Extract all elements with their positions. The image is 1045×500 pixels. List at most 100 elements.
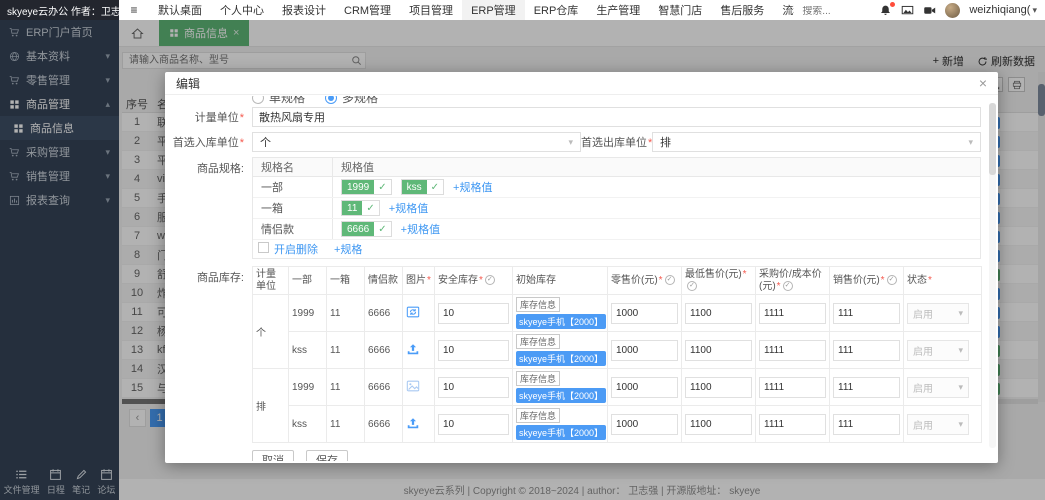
spec-value-chip[interactable]: 11✓ xyxy=(341,200,380,216)
warehouse-units-row: 首选入库单位* 个▾ 首选出库单位* 排▾ xyxy=(165,132,981,152)
spec-value-chip[interactable]: 6666✓ xyxy=(341,221,392,237)
add-spec-value-link[interactable]: +规格值 xyxy=(453,179,492,195)
status-select[interactable]: 启用▾ xyxy=(907,340,969,361)
edit-dialog: 编辑 × 单规格 多规格 计量单位* 首选入库单位* 个▾ 首选出库单位* 排▾… xyxy=(165,72,998,463)
warehouse-tag[interactable]: skyeye手机【2000】 xyxy=(516,388,606,403)
check-icon: ✓ xyxy=(374,222,390,236)
checkbox-icon[interactable] xyxy=(258,242,269,253)
warehouse-tag[interactable]: skyeye手机【2000】 xyxy=(516,425,606,440)
radio-single-spec[interactable]: 单规格 xyxy=(252,96,305,104)
upload-image-icon[interactable] xyxy=(406,342,420,356)
nav-workflow[interactable]: 流程管理 xyxy=(773,0,794,20)
chevron-down-icon: ▾ xyxy=(958,419,963,430)
cost-price-input[interactable] xyxy=(759,303,826,324)
min-price-input[interactable] xyxy=(685,377,752,398)
apply-all-icon[interactable]: ✓ xyxy=(485,275,495,285)
nav-production[interactable]: 生产管理 xyxy=(587,0,649,20)
stock-info-button[interactable]: 库存信息 xyxy=(516,297,560,312)
safe-stock-input[interactable] xyxy=(438,414,509,435)
status-select[interactable]: 启用▾ xyxy=(907,377,969,398)
radio-icon-selected[interactable] xyxy=(325,96,337,104)
safe-stock-input[interactable] xyxy=(438,340,509,361)
dialog-body: 单规格 多规格 计量单位* 首选入库单位* 个▾ 首选出库单位* 排▾ 商品规格… xyxy=(165,95,998,461)
apply-all-icon[interactable]: ✓ xyxy=(665,275,675,285)
radio-multi-spec[interactable]: 多规格 xyxy=(325,96,378,104)
save-button[interactable]: 保存 xyxy=(306,450,348,461)
chevron-down-icon: ▾ xyxy=(958,308,963,319)
nav-erp-warehouse[interactable]: ERP仓库 xyxy=(525,0,588,20)
sale-price-input[interactable] xyxy=(833,414,900,435)
min-price-input[interactable] xyxy=(685,340,752,361)
apply-all-icon[interactable]: ✓ xyxy=(687,281,697,291)
unit-cell: 个 xyxy=(253,295,289,369)
dialog-scrollbar[interactable] xyxy=(989,103,996,448)
chevron-down-icon: ▾ xyxy=(968,137,973,148)
user-avatar[interactable] xyxy=(945,3,960,18)
stock-info-button[interactable]: 库存信息 xyxy=(516,408,560,423)
add-spec-value-link[interactable]: +规格值 xyxy=(389,200,428,216)
in-unit-select[interactable]: 个▾ xyxy=(252,132,581,152)
upload-image-icon[interactable] xyxy=(406,416,420,430)
nav-project[interactable]: 项目管理 xyxy=(400,0,462,20)
image-icon[interactable] xyxy=(406,379,420,393)
fullscreen-icon[interactable] xyxy=(901,4,914,17)
close-icon[interactable]: × xyxy=(979,76,987,90)
safe-stock-input[interactable] xyxy=(438,303,509,324)
cost-price-input[interactable] xyxy=(759,377,826,398)
min-price-input[interactable] xyxy=(685,414,752,435)
global-search-input[interactable] xyxy=(802,6,870,17)
cost-price-input[interactable] xyxy=(759,340,826,361)
app-logo: skyeye云办公 作者：卫志强 xyxy=(0,0,119,20)
sale-price-input[interactable] xyxy=(833,303,900,324)
spec-value-chip[interactable]: kss✓ xyxy=(401,179,444,195)
min-price-input[interactable] xyxy=(685,303,752,324)
stock-table: 计量单位 一部 一箱 情侣款 图片* 安全库存*✓ 初始库存 零售价(元)*✓ … xyxy=(252,266,982,443)
status-select[interactable]: 启用▾ xyxy=(907,303,969,324)
status-select[interactable]: 启用▾ xyxy=(907,414,969,435)
image-refresh-icon[interactable] xyxy=(406,305,420,319)
stock-section-label: 商品库存: xyxy=(165,266,252,285)
stock-info-button[interactable]: 库存信息 xyxy=(516,371,560,386)
spec-row: 一箱 11✓ +规格值 xyxy=(253,198,980,219)
username-menu[interactable]: weizhiqiang(▾ xyxy=(969,4,1037,16)
collapse-menu-icon[interactable]: ≡ xyxy=(119,0,149,20)
spec-table-footer: 开启删除 +规格 xyxy=(253,240,980,258)
nav-personal-center[interactable]: 个人中心 xyxy=(211,0,273,20)
nav-report-design[interactable]: 报表设计 xyxy=(273,0,335,20)
notification-dot xyxy=(890,2,895,7)
scrollbar-thumb[interactable] xyxy=(989,103,996,175)
nav-default-desktop[interactable]: 默认桌面 xyxy=(149,0,211,20)
add-spec-value-link[interactable]: +规格值 xyxy=(401,221,440,237)
cancel-button[interactable]: 取消 xyxy=(252,450,294,461)
retail-price-input[interactable] xyxy=(611,340,678,361)
sale-price-input[interactable] xyxy=(833,377,900,398)
nav-erp[interactable]: ERP管理 xyxy=(462,0,525,20)
retail-price-input[interactable] xyxy=(611,303,678,324)
add-spec-link[interactable]: +规格 xyxy=(334,241,362,257)
unit-cell: 排 xyxy=(253,369,289,443)
check-icon: ✓ xyxy=(427,180,443,194)
unit-input[interactable] xyxy=(252,107,981,127)
retail-price-input[interactable] xyxy=(611,377,678,398)
out-unit-select[interactable]: 排▾ xyxy=(652,132,981,152)
nav-after-sales[interactable]: 售后服务 xyxy=(711,0,773,20)
apply-all-icon[interactable]: ✓ xyxy=(783,281,793,291)
check-icon: ✓ xyxy=(362,201,378,215)
video-icon[interactable] xyxy=(923,4,936,17)
warehouse-tag[interactable]: skyeye手机【2000】 xyxy=(516,351,606,366)
stock-info-button[interactable]: 库存信息 xyxy=(516,334,560,349)
safe-stock-input[interactable] xyxy=(438,377,509,398)
enable-delete-option[interactable]: 开启删除 xyxy=(258,241,318,257)
notification-bell-icon[interactable] xyxy=(879,4,892,17)
nav-crm[interactable]: CRM管理 xyxy=(335,0,400,20)
sale-price-input[interactable] xyxy=(833,340,900,361)
cost-price-input[interactable] xyxy=(759,414,826,435)
apply-all-icon[interactable]: ✓ xyxy=(887,275,897,285)
stock-header-row: 计量单位 一部 一箱 情侣款 图片* 安全库存*✓ 初始库存 零售价(元)*✓ … xyxy=(253,267,982,295)
spec-row: 情侣款 6666✓ +规格值 xyxy=(253,219,980,240)
spec-value-chip[interactable]: 1999✓ xyxy=(341,179,392,195)
nav-smart-store[interactable]: 智慧门店 xyxy=(649,0,711,20)
radio-icon[interactable] xyxy=(252,96,264,104)
retail-price-input[interactable] xyxy=(611,414,678,435)
warehouse-tag[interactable]: skyeye手机【2000】 xyxy=(516,314,606,329)
